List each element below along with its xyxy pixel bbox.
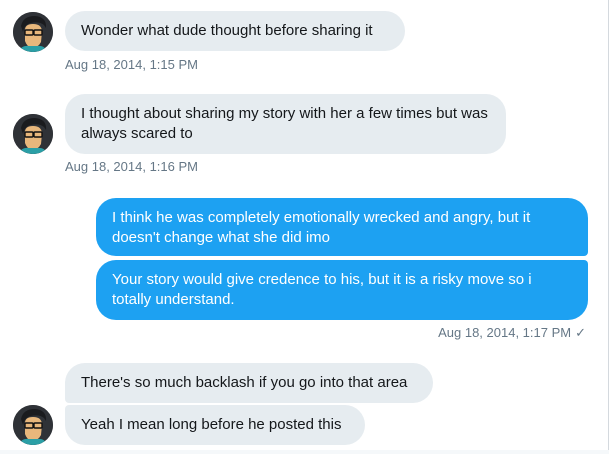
message-text: Wonder what dude thought before sharing … xyxy=(81,22,373,39)
avatar-illustration xyxy=(13,12,53,52)
message-bubble-outgoing[interactable]: Your story would give credence to his, b… xyxy=(96,260,588,320)
message-timestamp: Aug 18, 2014, 1:17 PM ✓ xyxy=(438,325,586,340)
message-bubble[interactable]: Wonder what dude thought before sharing … xyxy=(65,11,405,51)
bottom-divider xyxy=(0,450,609,454)
message-bubble[interactable]: There's so much backlash if you go into … xyxy=(65,363,433,403)
avatar-illustration xyxy=(13,405,53,445)
message-text: Yeah I mean long before he posted this xyxy=(81,416,342,433)
avatar-illustration xyxy=(13,114,53,154)
message-text: There's so much backlash if you go into … xyxy=(81,374,408,391)
message-bubble-outgoing[interactable]: I think he was completely emotionally wr… xyxy=(96,198,588,256)
message-bubble[interactable]: Yeah I mean long before he posted this xyxy=(65,405,365,445)
message-text: Your story would give credence to his, b… xyxy=(112,271,532,308)
sent-check-icon: ✓ xyxy=(575,325,586,340)
avatar[interactable] xyxy=(13,114,53,154)
message-text: I thought about sharing my story with he… xyxy=(81,105,488,142)
message-text: I think he was completely emotionally wr… xyxy=(112,209,531,246)
message-timestamp: Aug 18, 2014, 1:15 PM xyxy=(65,57,198,72)
avatar[interactable] xyxy=(13,12,53,52)
conversation-panel: Wonder what dude thought before sharing … xyxy=(0,0,609,454)
message-timestamp: Aug 18, 2014, 1:16 PM xyxy=(65,159,198,174)
avatar[interactable] xyxy=(13,405,53,445)
message-bubble[interactable]: I thought about sharing my story with he… xyxy=(65,94,506,154)
